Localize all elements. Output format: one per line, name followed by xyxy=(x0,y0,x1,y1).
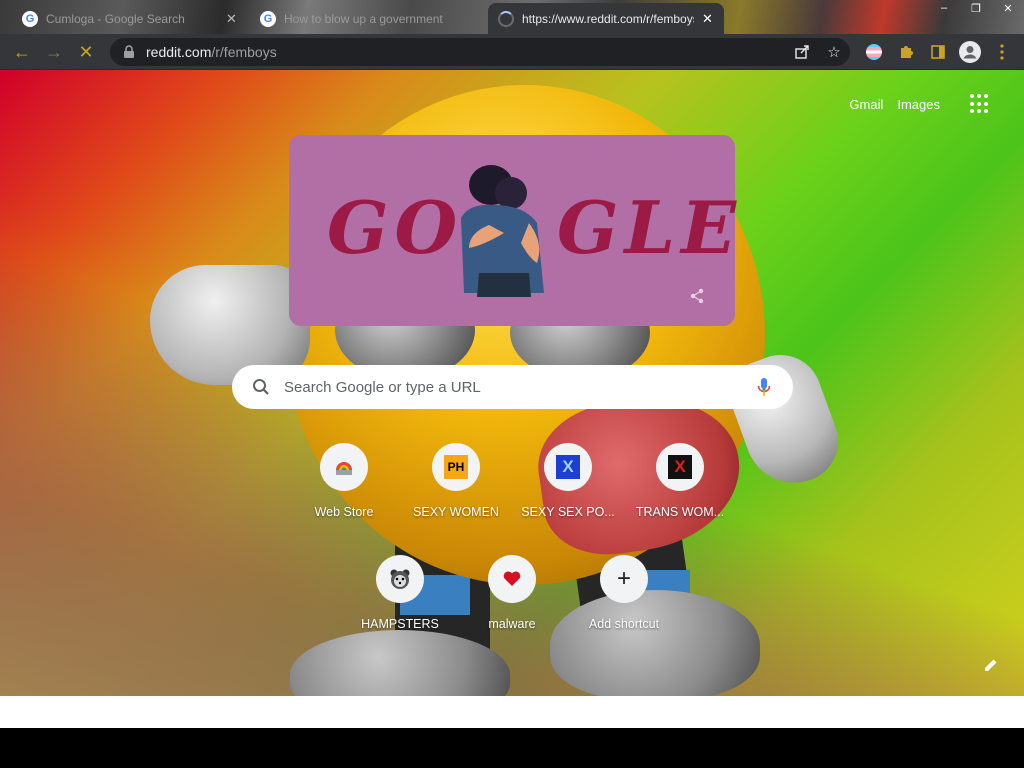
url-host: reddit.com xyxy=(146,44,212,60)
search-box[interactable] xyxy=(232,365,793,409)
minimize-button[interactable]: – xyxy=(928,0,960,16)
search-icon xyxy=(253,379,269,395)
shortcut-tile: PH xyxy=(432,443,480,491)
close-tab-icon[interactable]: ✕ xyxy=(226,11,237,27)
shortcut-label: HAMPSTERS xyxy=(361,617,439,631)
shortcut-malware[interactable]: malware xyxy=(456,555,568,631)
x-red-icon: X xyxy=(668,455,692,479)
loading-spinner-icon xyxy=(498,10,514,27)
plus-icon: + xyxy=(616,565,631,592)
shortcut-tile xyxy=(320,443,368,491)
search-input[interactable] xyxy=(284,378,724,396)
google-icon: G xyxy=(260,10,276,27)
url-path: /r/femboys xyxy=(211,44,277,60)
google-doodle[interactable]: GO GLE xyxy=(289,135,736,326)
x-blue-icon: X xyxy=(556,455,580,479)
shortcut-sexy-sex-po[interactable]: X SEXY SEX PO... xyxy=(512,443,624,519)
shortcut-label: SEXY SEX PO... xyxy=(521,505,615,519)
side-panel-icon[interactable] xyxy=(928,42,948,62)
profile-avatar-icon[interactable] xyxy=(958,40,982,64)
share-icon[interactable] xyxy=(792,42,812,62)
heart-icon xyxy=(503,571,521,586)
shortcut-label: Web Store xyxy=(314,505,374,519)
shortcut-sexy-women[interactable]: PH SEXY WOMEN xyxy=(400,443,512,519)
tab-title: https://www.reddit.com/r/femboys xyxy=(522,11,694,26)
page-bottom-area xyxy=(0,696,1024,728)
shortcut-label: Add shortcut xyxy=(588,617,660,631)
shortcut-add[interactable]: + Add shortcut xyxy=(568,555,680,631)
doodle-text-left: GO xyxy=(327,185,464,270)
google-apps-icon[interactable] xyxy=(970,94,990,114)
tab-title: How to blow up a government xyxy=(284,11,443,26)
trans-flag-extension-icon[interactable] xyxy=(864,42,884,62)
images-link[interactable]: Images xyxy=(897,97,940,112)
screen-letterbox xyxy=(0,728,1024,768)
restore-button[interactable]: ❐ xyxy=(960,0,992,16)
browser-toolbar: ← → ✕ reddit.com/r/femboys ☆ xyxy=(0,34,1024,70)
microphone-icon[interactable] xyxy=(757,377,771,397)
forward-button[interactable]: → xyxy=(42,40,66,64)
shortcut-trans-wom[interactable]: X TRANS WOM... xyxy=(624,443,736,519)
shortcut-web-store[interactable]: Web Store xyxy=(288,443,400,519)
tab-title: Cumloga - Google Search xyxy=(46,11,185,26)
window-controls: – ❐ ✕ xyxy=(928,0,1024,16)
close-tab-icon[interactable]: ✕ xyxy=(702,11,713,27)
gmail-link[interactable]: Gmail xyxy=(849,97,883,112)
tab-strip: G Cumloga - Google Search ✕ G How to blo… xyxy=(0,0,1024,34)
address-bar[interactable]: reddit.com/r/femboys ☆ xyxy=(110,38,850,66)
google-icon: G xyxy=(22,10,38,27)
hamster-icon xyxy=(390,569,410,589)
shortcut-label: SEXY WOMEN xyxy=(413,505,499,519)
shortcut-label: TRANS WOM... xyxy=(635,505,725,519)
ph-icon: PH xyxy=(444,455,468,479)
shortcut-tile: + xyxy=(600,555,648,603)
shortcut-label: malware xyxy=(488,617,536,631)
chrome-web-store-icon xyxy=(336,462,352,475)
customize-pencil-icon[interactable] xyxy=(984,658,998,672)
shortcut-tile: X xyxy=(544,443,592,491)
doodle-text-right: GLE xyxy=(557,185,742,270)
close-window-button[interactable]: ✕ xyxy=(992,0,1024,16)
doodle-hugging-couple-illustration xyxy=(461,165,544,297)
menu-kebab-icon[interactable] xyxy=(992,42,1012,62)
share-doodle-icon[interactable] xyxy=(689,288,705,304)
bookmark-star-icon[interactable]: ☆ xyxy=(824,42,844,62)
tab-google-search-2[interactable]: G How to blow up a government xyxy=(250,3,486,34)
tab-active-reddit[interactable]: https://www.reddit.com/r/femboys ✕ xyxy=(488,3,724,34)
lock-icon[interactable] xyxy=(122,45,136,59)
back-button[interactable]: ← xyxy=(10,40,34,64)
tab-google-search-1[interactable]: G Cumloga - Google Search ✕ xyxy=(12,3,248,34)
extensions-puzzle-icon[interactable] xyxy=(896,42,916,62)
shortcut-hampsters[interactable]: HAMPSTERS xyxy=(344,555,456,631)
stop-loading-button[interactable]: ✕ xyxy=(74,40,98,64)
shortcut-tile xyxy=(488,555,536,603)
shortcut-tile: X xyxy=(656,443,704,491)
shortcut-tile xyxy=(376,555,424,603)
new-tab-page: Gmail Images GO GLE Search Google or typ… xyxy=(0,70,1024,696)
ntp-header-links: Gmail Images xyxy=(849,94,990,114)
